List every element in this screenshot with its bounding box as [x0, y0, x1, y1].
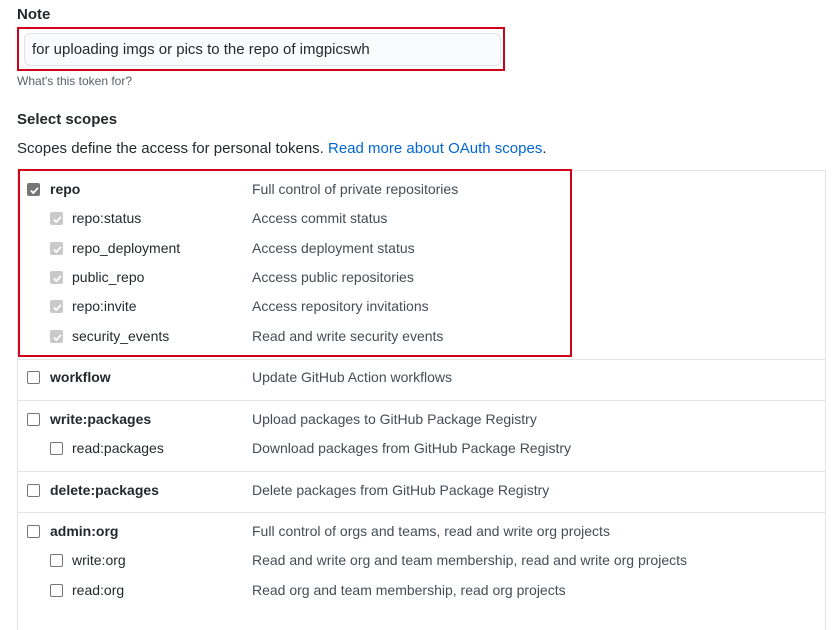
- checkbox-unchecked[interactable]: [27, 371, 40, 384]
- scope-name[interactable]: write:org: [72, 552, 126, 568]
- scope-description: Upload packages to GitHub Package Regist…: [252, 411, 537, 427]
- scopes-description-text: Scopes define the access for personal to…: [17, 140, 324, 157]
- note-input[interactable]: [24, 33, 501, 66]
- scope-row-admin-org: admin:org Full control of orgs and teams,…: [0, 523, 809, 545]
- scope-row-write-org: write:org Read and write org and team mem…: [0, 552, 809, 574]
- scope-name[interactable]: write:packages: [50, 411, 151, 427]
- scope-row-delete-packages: delete:packages Delete packages from GitH…: [0, 482, 809, 504]
- scopes-title: Select scopes: [17, 111, 118, 128]
- scope-description: Read and write org and team membership, …: [252, 552, 687, 568]
- scope-divider: [17, 471, 826, 472]
- scopes-description: Scopes define the access for personal to…: [17, 140, 547, 157]
- checkbox-unchecked[interactable]: [27, 525, 40, 538]
- scope-name[interactable]: admin:org: [50, 523, 118, 539]
- scope-name[interactable]: read:org: [72, 582, 124, 598]
- scope-divider: [17, 400, 826, 401]
- note-label: Note: [17, 6, 51, 23]
- scope-description: Download packages from GitHub Package Re…: [252, 440, 572, 456]
- checkbox-unchecked[interactable]: [27, 413, 40, 426]
- scope-description: Full control of orgs and teams, read and…: [252, 523, 610, 539]
- scope-row-workflow: workflow Update GitHub Action workflows: [0, 369, 809, 391]
- checkbox-unchecked[interactable]: [50, 554, 63, 567]
- note-help-text: What's this token for?: [17, 74, 133, 88]
- scope-row-write-packages: write:packages Upload packages to GitHub …: [0, 411, 809, 433]
- oauth-scopes-link[interactable]: Read more about OAuth scopes: [328, 140, 542, 157]
- checkbox-unchecked[interactable]: [50, 584, 63, 597]
- scope-row-read-org: read:org Read org and team membership, re…: [0, 582, 809, 604]
- scope-divider: [17, 359, 826, 360]
- scopes-description-period: .: [542, 140, 547, 157]
- repo-highlight: [18, 169, 572, 357]
- scope-description: Delete packages from GitHub Package Regi…: [252, 482, 550, 498]
- scope-row-read-packages: read:packages Download packages from GitH…: [0, 440, 809, 462]
- scope-name[interactable]: read:packages: [72, 440, 164, 456]
- checkbox-unchecked[interactable]: [50, 442, 63, 455]
- scope-name[interactable]: delete:packages: [50, 482, 159, 498]
- scope-divider: [17, 512, 826, 513]
- checkbox-unchecked[interactable]: [27, 484, 40, 497]
- scope-name[interactable]: workflow: [50, 369, 111, 385]
- scope-description: Update GitHub Action workflows: [252, 369, 452, 385]
- scope-description: Read org and team membership, read org p…: [252, 582, 566, 598]
